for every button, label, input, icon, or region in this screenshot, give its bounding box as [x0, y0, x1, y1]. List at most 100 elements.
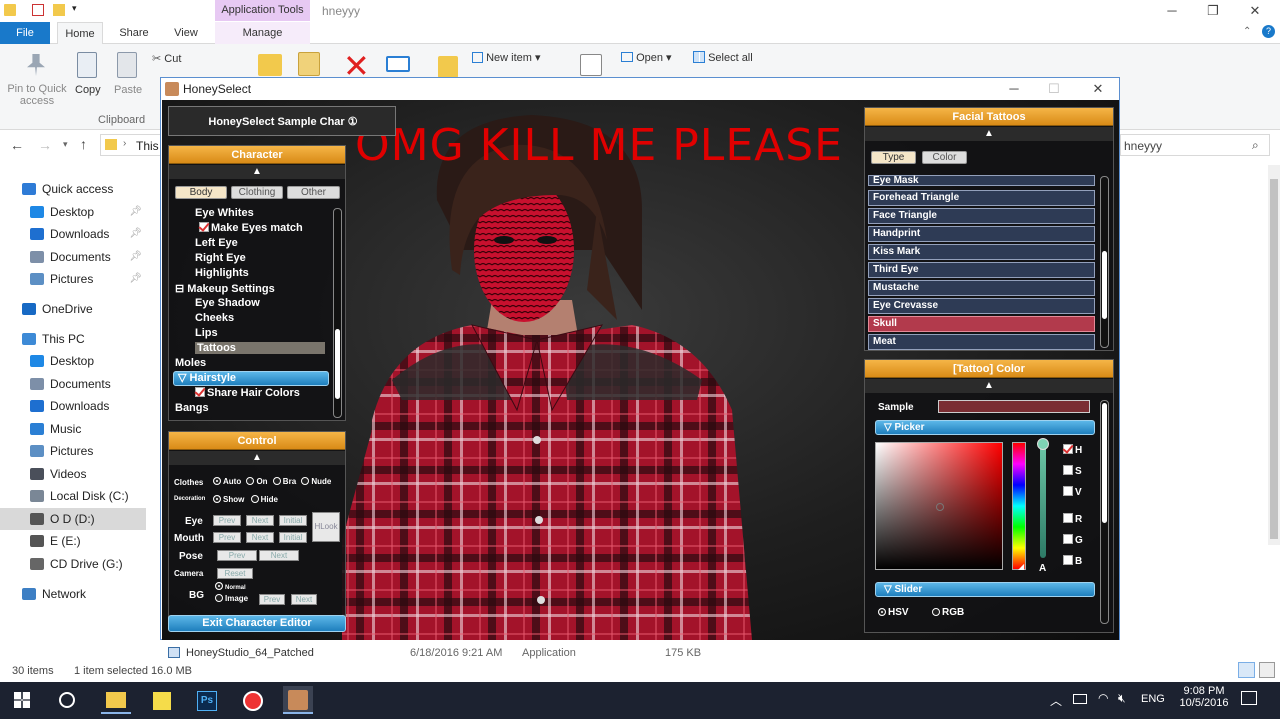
hue-slider[interactable]: [1012, 442, 1026, 570]
decoration-options[interactable]: Show Hide: [213, 495, 278, 504]
game-maximize-icon[interactable]: ☐: [1039, 78, 1069, 100]
hsv-radio[interactable]: [878, 608, 886, 616]
tattoo-list-item[interactable]: Eye Mask: [868, 175, 1095, 186]
channel-option[interactable]: G: [1063, 534, 1083, 546]
character-tree-item[interactable]: Right Eye: [195, 252, 246, 264]
maximize-icon[interactable]: ❐: [1198, 0, 1228, 22]
search-input[interactable]: hneyyy ⌕: [1120, 134, 1270, 156]
new-folder-icon[interactable]: [53, 4, 65, 16]
nav-item[interactable]: Music: [0, 418, 146, 440]
tab-other[interactable]: Other: [287, 186, 340, 199]
mouth-initial-button[interactable]: Initial: [279, 532, 307, 543]
start-windows-icon[interactable]: [14, 692, 30, 708]
bg-image-option[interactable]: Image: [215, 594, 248, 603]
copy-to-icon[interactable]: [298, 52, 320, 76]
nav-item[interactable]: Network: [0, 583, 146, 605]
paste-button[interactable]: Paste: [114, 84, 142, 96]
tab-clothing[interactable]: Clothing: [231, 186, 283, 199]
wifi-icon[interactable]: ◠: [1098, 691, 1108, 705]
bg-image-radio[interactable]: [215, 594, 223, 602]
tattoo-color-scrollbar[interactable]: [1100, 400, 1109, 624]
nav-item[interactable]: Videos: [0, 463, 146, 485]
tattoo-scroll-thumb[interactable]: [1102, 251, 1107, 319]
pose-prev-button[interactable]: Prev: [217, 550, 257, 561]
show-hidden-icons[interactable]: ︿: [1050, 692, 1062, 709]
character-tree-item[interactable]: Highlights: [195, 267, 249, 279]
nav-item[interactable]: Desktop 📌︎: [0, 201, 146, 223]
clothes-on-radio[interactable]: [246, 477, 255, 485]
character-tree-item[interactable]: Lips: [195, 327, 218, 339]
move-to-icon[interactable]: [258, 54, 282, 76]
channel-option[interactable]: V: [1063, 486, 1082, 498]
tab-share[interactable]: Share: [112, 22, 156, 44]
color-picker-cursor[interactable]: [936, 503, 944, 511]
file-row[interactable]: HoneyStudio_64_Patched 6/18/2016 9:21 AM…: [160, 645, 720, 661]
taskbar-app-red[interactable]: [238, 686, 268, 714]
channel-checkbox[interactable]: [1063, 465, 1073, 475]
bg-normal-radio[interactable]: [215, 582, 223, 590]
character-tree-item[interactable]: Left Eye: [195, 237, 238, 249]
nav-item[interactable]: Local Disk (C:): [0, 485, 146, 507]
game-minimize-icon[interactable]: ─: [999, 78, 1029, 100]
character-scroll-thumb[interactable]: [335, 329, 340, 399]
rgb-radio[interactable]: [932, 608, 940, 616]
open-button[interactable]: Open ▾: [621, 51, 672, 64]
channel-option[interactable]: B: [1063, 555, 1082, 567]
tattoo-list-item[interactable]: Face Triangle: [868, 208, 1095, 224]
tattoo-list-item[interactable]: Kiss Mark: [868, 244, 1095, 260]
character-tree-item[interactable]: Eye Shadow: [195, 297, 260, 309]
address-input[interactable]: › This: [100, 134, 162, 156]
taskbar-photoshop[interactable]: Ps: [192, 686, 222, 714]
mode-rgb-option[interactable]: RGB: [932, 607, 964, 618]
nav-item[interactable]: Downloads 📌︎: [0, 223, 146, 245]
recent-locations-icon[interactable]: ▾: [63, 139, 68, 150]
tattoo-list-item[interactable]: Handprint: [868, 226, 1095, 242]
copy-icon[interactable]: [77, 52, 97, 78]
rename-icon[interactable]: [386, 56, 410, 72]
breadcrumb-this-pc[interactable]: This: [136, 139, 159, 153]
eye-next-button[interactable]: Next: [246, 515, 274, 526]
tattoo-color-scroll-thumb[interactable]: [1102, 403, 1107, 523]
tattoo-list-item[interactable]: Mustache: [868, 280, 1095, 296]
nav-item[interactable]: Pictures: [0, 440, 146, 462]
clothes-bra-radio[interactable]: [272, 477, 281, 485]
character-tree-item[interactable]: ⊟ Makeup Settings: [175, 282, 275, 295]
tattoo-list-item[interactable]: Skull: [868, 316, 1095, 332]
channel-checkbox[interactable]: [1063, 513, 1073, 523]
select-all-button[interactable]: Select all: [693, 51, 753, 64]
channel-checkbox[interactable]: [1063, 555, 1073, 565]
eye-initial-button[interactable]: Initial: [279, 515, 307, 526]
cortana-icon[interactable]: [59, 692, 75, 708]
character-tree-item[interactable]: ▽ Hairstyle: [173, 371, 329, 386]
bg-normal-option[interactable]: Normal: [215, 582, 246, 591]
nav-item[interactable]: Pictures 📌︎: [0, 268, 146, 290]
taskbar-file-explorer[interactable]: [101, 686, 131, 714]
close-icon[interactable]: ✕: [1240, 0, 1270, 22]
mode-hsv-option[interactable]: HSV: [878, 607, 909, 618]
decoration-show-radio[interactable]: [213, 495, 221, 503]
checkbox[interactable]: [199, 222, 209, 232]
taskbar-sticky-notes[interactable]: [147, 686, 177, 714]
pin-icon[interactable]: [27, 54, 45, 76]
alpha-slider-thumb[interactable]: [1037, 438, 1049, 450]
channel-option[interactable]: H: [1063, 444, 1082, 456]
character-tree-item[interactable]: Eye Whites: [195, 207, 254, 219]
color-saturation-value-box[interactable]: [875, 442, 1003, 570]
character-tree-item[interactable]: Cheeks: [195, 312, 234, 324]
eye-prev-button[interactable]: Prev: [213, 515, 241, 526]
character-tree-item[interactable]: Tattoos: [195, 342, 325, 354]
picker-section-header[interactable]: ▽ Picker: [875, 420, 1095, 435]
pin-quick-access-button[interactable]: Pin to Quick access: [6, 83, 68, 107]
sample-color-swatch[interactable]: [938, 400, 1090, 413]
collapse-ribbon-icon[interactable]: ⌃: [1243, 26, 1251, 37]
tattoo-list-item[interactable]: Third Eye: [868, 262, 1095, 278]
action-center-icon[interactable]: [1241, 691, 1257, 705]
tab-body[interactable]: Body: [175, 186, 227, 199]
nav-item[interactable]: O D (D:): [0, 508, 146, 530]
character-tree-item[interactable]: Moles: [175, 357, 206, 369]
hlook-button[interactable]: HLook: [312, 512, 340, 542]
clothes-auto-radio[interactable]: [213, 477, 221, 485]
tattoo-color-tab[interactable]: Color: [922, 151, 967, 164]
clock[interactable]: 9:08 PM 10/5/2016: [1172, 685, 1236, 709]
details-view-icon[interactable]: [1238, 662, 1255, 678]
